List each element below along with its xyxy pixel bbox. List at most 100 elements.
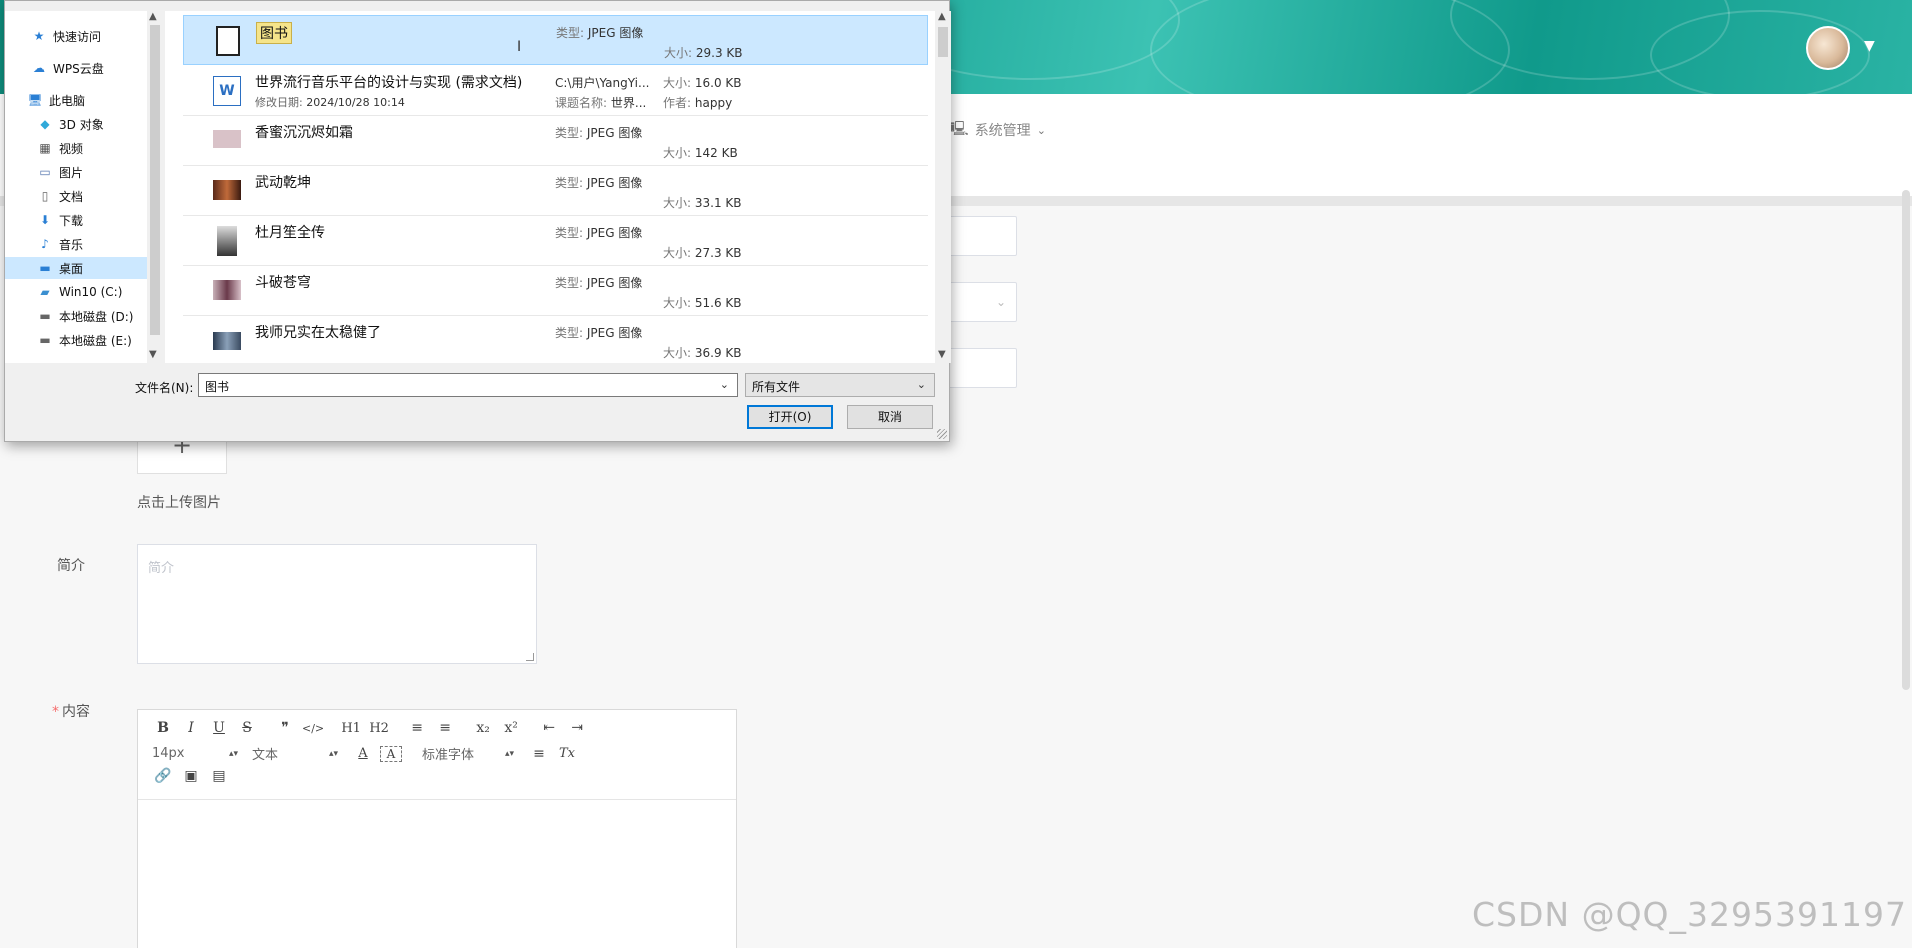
updown-icon: ▴▾ xyxy=(504,748,514,759)
word-document-icon: W xyxy=(213,76,241,106)
page-scrollbar[interactable] xyxy=(1902,190,1910,690)
file-row[interactable]: 图书 类型: JPEG 图像 大小: 29.3 KB xyxy=(183,15,928,65)
download-icon: ⬇ xyxy=(39,213,51,227)
nav-label: 此电脑 xyxy=(49,93,86,108)
document-icon: ▯ xyxy=(41,189,49,203)
image-thumbnail-icon xyxy=(213,180,241,200)
computer-icon: 🖳 xyxy=(950,121,969,137)
h1-button[interactable]: H1 xyxy=(340,721,362,736)
form-input-3[interactable] xyxy=(940,348,1017,388)
nav-label: 文档 xyxy=(59,189,84,204)
nav-label: WPS云盘 xyxy=(53,61,104,76)
file-row[interactable]: 杜月笙全传 类型: JPEG 图像 大小: 27.3 KB xyxy=(183,216,928,266)
chevron-up-icon[interactable]: ▲ xyxy=(938,11,946,22)
file-row[interactable]: 我师兄实在太稳健了 类型: JPEG 图像 大小: 36.9 KB xyxy=(183,316,928,366)
chevron-down-icon[interactable]: ⌄ xyxy=(720,378,729,391)
updown-icon: ▴▾ xyxy=(328,748,338,759)
nav-downloads[interactable]: ⬇ 下载 xyxy=(5,209,147,231)
open-button[interactable]: 打开(O) xyxy=(747,405,833,429)
file-row[interactable]: 香蜜沉沉烬如霜 类型: JPEG 图像 大小: 142 KB xyxy=(183,116,928,166)
chevron-down-icon[interactable]: ▼ xyxy=(938,349,946,360)
nav-this-pc[interactable]: 🖥 此电脑 xyxy=(5,89,147,111)
file-modified: 修改日期: 2024/10/28 10:14 xyxy=(255,96,405,109)
video-icon[interactable]: ▤ xyxy=(208,768,230,784)
underline-button[interactable]: U xyxy=(208,720,230,736)
ordered-list-button[interactable]: ≡ xyxy=(406,720,428,736)
nav-label: 音乐 xyxy=(59,237,84,252)
superscript-button[interactable]: x² xyxy=(500,720,522,736)
nav-scroll-thumb[interactable] xyxy=(150,25,160,335)
video-icon: ▦ xyxy=(39,141,51,155)
file-size: 大小: 142 KB xyxy=(663,146,738,160)
chevron-down-icon[interactable]: ▼ xyxy=(149,349,157,360)
file-size: 大小: 51.6 KB xyxy=(663,296,742,310)
file-list: ▲ ▼ 图书 类型: JPEG 图像 大小: 29.3 KB W 世界流行音乐平… xyxy=(165,11,951,363)
clear-format-button[interactable]: Tx xyxy=(556,746,578,761)
link-icon[interactable]: 🔗 xyxy=(152,768,174,784)
editor-toolbar: B I U S ❞ </> H1 H2 ≡ ≡ x₂ x² ⇤ ⇥ 14px ▴▾… xyxy=(138,710,736,800)
nav-label: 视频 xyxy=(59,141,84,156)
nav-drive-c[interactable]: ▰ Win10 (C:) xyxy=(5,281,147,303)
font-color-button[interactable]: A xyxy=(352,746,374,761)
updown-icon: ▴▾ xyxy=(228,748,238,759)
files-scroll-thumb[interactable] xyxy=(938,27,948,57)
code-button[interactable]: </> xyxy=(302,722,324,735)
nav-quick-access[interactable]: ★ 快速访问 xyxy=(5,25,147,47)
resize-grip-icon[interactable] xyxy=(937,429,947,439)
nav-music[interactable]: ♪ 音乐 xyxy=(5,233,147,255)
text-cursor-icon: I xyxy=(517,39,522,55)
file-size: 大小: 29.3 KB xyxy=(664,46,743,60)
nav-wps-cloud[interactable]: ☁ WPS云盘 xyxy=(5,57,147,79)
resize-handle[interactable] xyxy=(526,653,534,661)
file-name: 我师兄实在太稳健了 xyxy=(255,325,381,341)
cancel-button[interactable]: 取消 xyxy=(847,405,933,429)
file-row[interactable]: 斗破苍穹 类型: JPEG 图像 大小: 51.6 KB xyxy=(183,266,928,316)
nav-videos[interactable]: ▦ 视频 xyxy=(5,137,147,159)
file-type: 类型: JPEG 图像 xyxy=(555,176,643,190)
chevron-up-icon[interactable]: ▲ xyxy=(149,11,157,22)
form-select-2[interactable]: ⌄ xyxy=(940,282,1017,322)
nav-system-management[interactable]: 🖳 系统管理 ⌄ xyxy=(950,118,1046,142)
outdent-button[interactable]: ⇤ xyxy=(538,720,560,736)
intro-label: 简介 xyxy=(57,558,85,574)
font-size-value: 14px xyxy=(152,746,185,761)
nav-label: 本地磁盘 (E:) xyxy=(59,333,132,348)
italic-button[interactable]: I xyxy=(180,720,202,736)
h2-button[interactable]: H2 xyxy=(368,721,390,736)
subscript-button[interactable]: x₂ xyxy=(472,720,494,736)
intro-placeholder: 简介 xyxy=(148,561,175,576)
align-button[interactable]: ≡ xyxy=(528,746,550,762)
font-size-select[interactable]: 14px ▴▾ xyxy=(152,746,238,761)
chevron-down-icon[interactable]: ▼ xyxy=(1864,38,1875,54)
files-scrollbar[interactable] xyxy=(935,11,951,363)
toolbar-row-1: B I U S ❞ </> H1 H2 ≡ ≡ x₂ x² ⇤ ⇥ xyxy=(152,720,594,736)
intro-textarea[interactable]: 简介 xyxy=(137,544,537,664)
form-input-1[interactable] xyxy=(940,216,1017,256)
toolbar-row-3: 🔗 ▣ ▤ xyxy=(152,768,236,784)
content-label-text: 内容 xyxy=(62,704,90,720)
file-type-select[interactable]: 所有文件 ⌄ xyxy=(745,373,935,397)
nav-documents[interactable]: ▯ 文档 xyxy=(5,185,147,207)
nav-desktop[interactable]: ▬ 桌面 xyxy=(5,257,147,279)
computer-icon: 🖥 xyxy=(27,93,43,107)
nav-drive-d[interactable]: ▬ 本地磁盘 (D:) xyxy=(5,305,147,327)
file-row[interactable]: W 世界流行音乐平台的设计与实现 (需求文档) 修改日期: 2024/10/28… xyxy=(183,66,928,116)
bullet-list-button[interactable]: ≡ xyxy=(434,720,456,736)
file-row[interactable]: 武动乾坤 类型: JPEG 图像 大小: 33.1 KB xyxy=(183,166,928,216)
image-icon[interactable]: ▣ xyxy=(180,768,202,784)
file-type: 类型: JPEG 图像 xyxy=(555,126,643,140)
background-color-button[interactable]: A xyxy=(380,745,402,762)
strike-button[interactable]: S xyxy=(236,720,258,736)
blockquote-button[interactable]: ❞ xyxy=(274,720,296,736)
indent-button[interactable]: ⇥ xyxy=(566,720,588,736)
block-type-select[interactable]: 文本 ▴▾ xyxy=(252,744,338,763)
nav-pictures[interactable]: ▭ 图片 xyxy=(5,161,147,183)
filename-label: 文件名(N): xyxy=(135,381,194,395)
filename-input[interactable]: 图书 ⌄ xyxy=(198,373,738,397)
bold-button[interactable]: B xyxy=(152,720,174,736)
font-family-select[interactable]: 标准字体 ▴▾ xyxy=(422,744,514,763)
user-avatar[interactable] xyxy=(1806,26,1850,70)
nav-drive-e[interactable]: ▬ 本地磁盘 (E:) xyxy=(5,329,147,351)
file-author: 作者: happy xyxy=(663,96,733,110)
nav-3d-objects[interactable]: ◆ 3D 对象 xyxy=(5,113,147,135)
